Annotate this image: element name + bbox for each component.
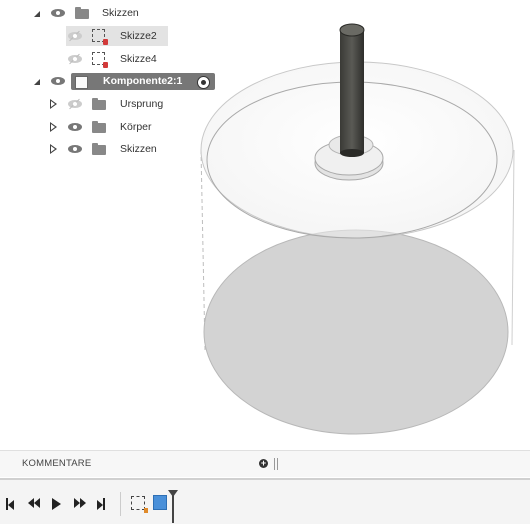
play-icon[interactable] [52,498,61,510]
tree-row-skizze4[interactable]: Skizze4 [0,49,200,69]
tree-row-koerper[interactable]: Körper [0,117,200,137]
folder-icon [92,143,106,155]
comments-panel[interactable]: KOMMENTARE + [0,450,530,477]
step-forward-icon[interactable] [74,498,86,510]
go-to-end-icon[interactable] [97,498,105,510]
visibility-eye-icon[interactable] [68,123,82,131]
visibility-eye-off-icon[interactable] [68,32,82,40]
folder-icon [75,7,89,19]
add-comment-icon[interactable]: + [259,459,268,468]
activate-component-icon[interactable] [197,76,210,89]
tree-row-ursprung[interactable]: Ursprung [0,94,200,114]
visibility-eye-icon[interactable] [51,9,65,17]
go-to-start-icon[interactable] [6,498,14,510]
visibility-eye-icon[interactable] [68,145,82,153]
visibility-eye-icon[interactable] [51,77,65,85]
visibility-eye-off-icon[interactable] [68,55,82,63]
tree-label: Skizze2 [120,30,157,42]
browser-tree: Skizzen Skizze2 Skizze4 Komponente2:1 Ur… [0,0,230,162]
comments-title: KOMMENTARE [22,458,92,469]
tree-label: Skizze4 [120,53,157,65]
tree-label: Körper [120,121,152,133]
tree-label: Skizzen [102,7,139,19]
timeline-bar [0,478,530,524]
tree-label: Skizzen [120,143,157,155]
folder-icon [92,98,106,110]
panel-collapse-handle[interactable] [274,458,278,470]
body-feature-icon[interactable] [153,495,167,510]
expand-arrow-icon[interactable] [50,122,57,132]
sketch-icon [92,52,108,68]
tree-row-komponente[interactable]: Komponente2:1 [0,72,220,92]
tree-row-skizze2[interactable]: Skizze2 [0,26,200,46]
sketch-feature-icon[interactable] [131,496,148,513]
bottom-face [203,229,509,435]
tree-row-skizzen[interactable]: Skizzen [0,139,200,159]
shaft-top [339,23,365,37]
shaft [340,31,364,153]
tree-row-skizzen-top[interactable]: Skizzen [0,3,200,23]
component-icon [75,76,88,89]
folder-icon [92,121,106,133]
expand-arrow-icon[interactable] [50,144,57,154]
expand-arrow-icon[interactable] [50,99,57,109]
collapse-arrow-icon[interactable] [34,79,40,85]
timeline-divider [120,492,121,516]
sketch-icon [92,29,108,45]
visibility-eye-off-icon[interactable] [68,100,82,108]
step-back-icon[interactable] [28,498,40,510]
collapse-arrow-icon[interactable] [34,11,40,17]
tree-label: Ursprung [120,98,164,110]
tree-label: Komponente2:1 [103,75,183,87]
timeline-marker-icon[interactable] [168,490,178,524]
